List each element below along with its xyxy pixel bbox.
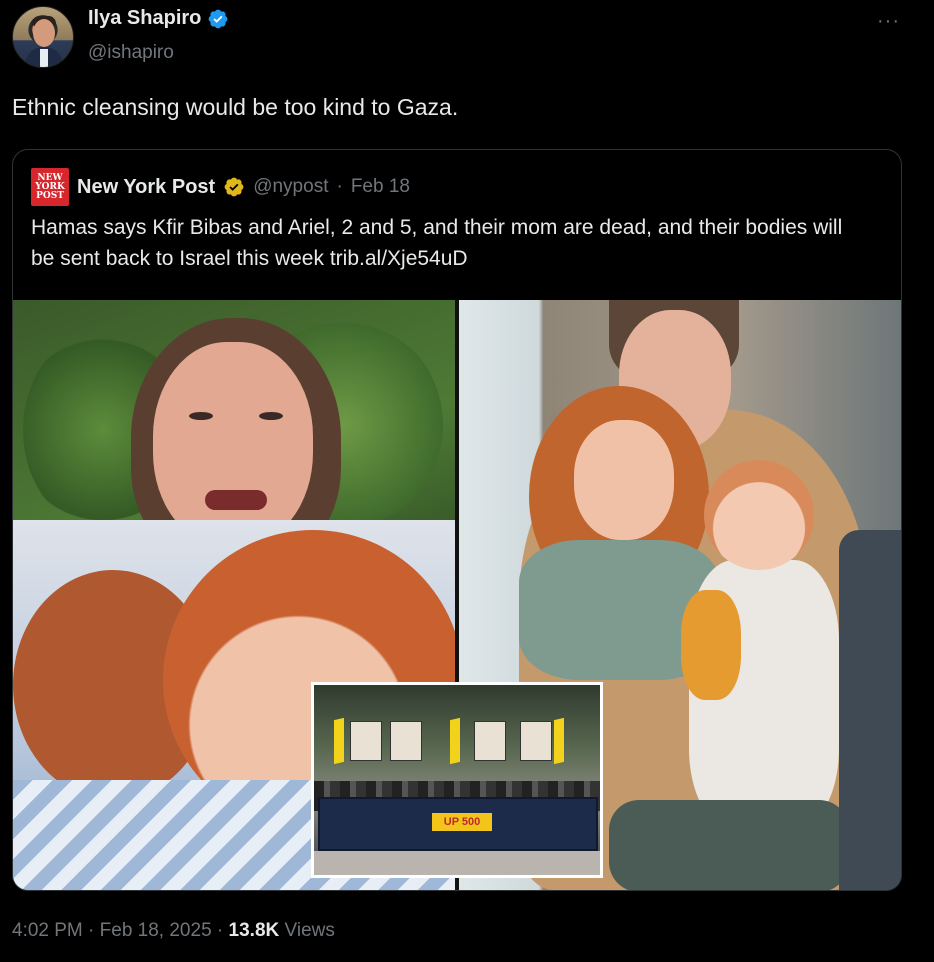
author-avatar[interactable] [12,6,74,68]
inset-rally-photo: UP 500 [311,682,603,878]
views-label: Views [284,920,335,941]
tweet: Ilya Shapiro @ishapiro ··· Ethnic cleans… [0,0,934,962]
meta-separator: · [88,920,95,941]
tweet-text: Ethnic cleansing would be too kind to Ga… [12,94,459,120]
nypost-logo[interactable]: NEW YORK POST [31,168,69,206]
author-display-name[interactable]: Ilya Shapiro [88,7,201,30]
author-handle[interactable]: @ishapiro [88,42,174,64]
quoted-separator: · [336,176,343,197]
quoted-post[interactable]: NEW YORK POST New York Post @nypost · Fe… [12,149,902,891]
quoted-text: Hamas says Kfir Bibas and Ariel, 2 and 5… [31,212,871,274]
quoted-display-name[interactable]: New York Post [77,176,215,199]
author-name-row: Ilya Shapiro [88,7,229,30]
quoted-handle[interactable]: @nypost [253,176,328,198]
quoted-post-header: NEW YORK POST New York Post @nypost · Fe… [31,168,410,206]
verified-blue-icon [208,9,228,28]
quoted-media[interactable]: UP 500 [13,300,901,890]
verified-gold-icon [224,177,244,197]
post-date[interactable]: Feb 18, 2025 [100,920,212,941]
more-options-icon[interactable]: ··· [877,10,900,33]
quoted-date[interactable]: Feb 18 [351,176,410,198]
inset-banner-text: UP 500 [432,813,492,831]
post-metadata: 4:02 PM · Feb 18, 2025 · 13.8K Views [12,920,335,942]
views-count[interactable]: 13.8K [229,920,280,941]
quoted-link[interactable]: trib.al/Xje54uD [330,247,468,270]
post-time[interactable]: 4:02 PM [12,920,83,941]
meta-separator: · [216,920,224,941]
